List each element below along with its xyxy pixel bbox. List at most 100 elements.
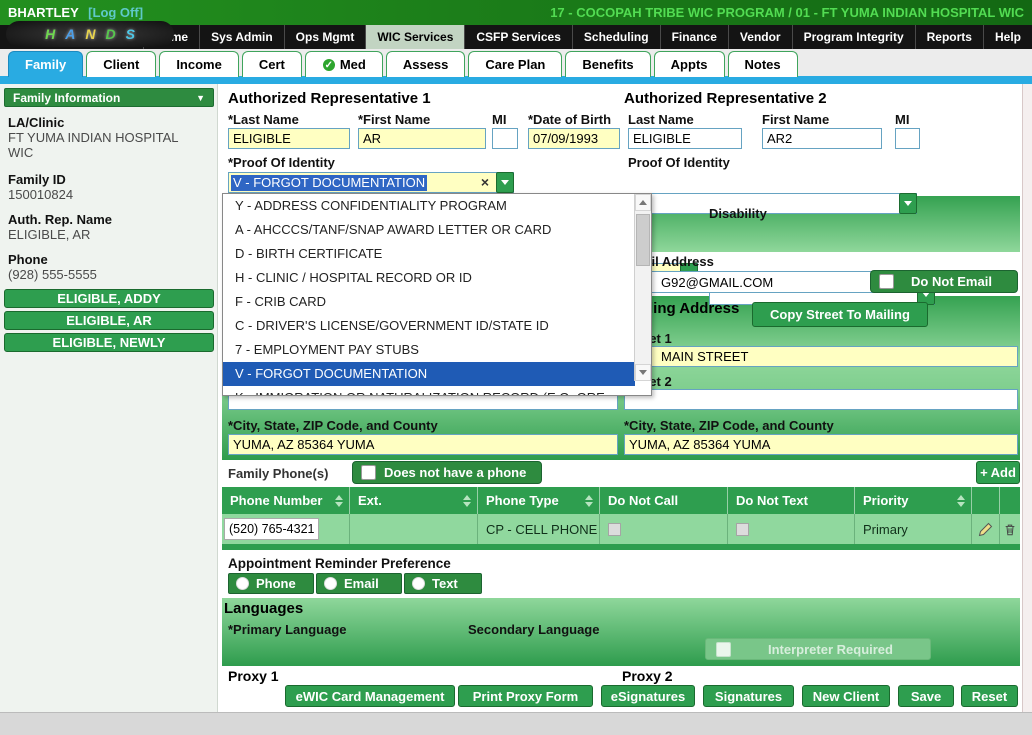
ar1-dob-field[interactable] <box>528 128 620 149</box>
esignatures-button[interactable]: eSignatures <box>601 685 695 707</box>
la-clinic-label: LA/Clinic <box>8 115 64 130</box>
poi-option[interactable]: Y - ADDRESS CONFIDENTIALITY PROGRAM <box>223 194 651 218</box>
col-ext[interactable]: Ext. <box>350 487 478 514</box>
chevron-down-icon[interactable] <box>496 172 514 193</box>
tab-notes[interactable]: Notes <box>728 51 798 77</box>
scrollbar-thumb[interactable] <box>636 214 650 266</box>
do-not-email-button[interactable]: Do Not Email <box>870 270 1018 293</box>
no-phone-button[interactable]: Does not have a phone <box>352 461 542 484</box>
menu-item-csfp-services[interactable]: CSFP Services <box>464 25 572 49</box>
do-not-email-checkbox[interactable] <box>879 274 894 289</box>
tab-income[interactable]: Income <box>159 51 239 77</box>
new-client-button[interactable]: New Client <box>802 685 890 707</box>
no-phone-label: Does not have a phone <box>384 465 526 480</box>
poi-option[interactable]: K - IMMIGRATION OR NATURALIZATION RECORD… <box>223 386 651 396</box>
phone-table-header: Phone Number Ext. Phone Type Do Not Call… <box>222 487 1020 514</box>
clear-icon[interactable]: × <box>481 174 489 190</box>
col-priority[interactable]: Priority <box>855 487 972 514</box>
phone-number-value[interactable]: (520) 765-4321 <box>224 518 319 540</box>
menu-item-vendor[interactable]: Vendor <box>728 25 792 49</box>
ar1-last-name-field[interactable] <box>228 128 350 149</box>
ar1-last-name-label: *Last Name <box>228 112 299 127</box>
poi-option[interactable]: A - AHCCCS/TANF/SNAP AWARD LETTER OR CAR… <box>223 218 651 242</box>
chevron-down-icon[interactable] <box>899 193 917 214</box>
ar1-poi-combobox[interactable]: V - FORGOT DOCUMENTATION × <box>228 172 514 193</box>
tab-med-label: Med <box>340 57 366 72</box>
tab-appts[interactable]: Appts <box>654 51 725 77</box>
ar1-mi-label: MI <box>492 112 506 127</box>
tab-client[interactable]: Client <box>86 51 156 77</box>
proxy2-header: Proxy 2 <box>622 668 673 684</box>
ar2-last-name-field[interactable] <box>628 128 742 149</box>
ar2-mi-field[interactable] <box>895 128 920 149</box>
do-not-text-checkbox[interactable] <box>736 523 749 536</box>
auth-rep-name-label: Auth. Rep. Name <box>8 212 112 227</box>
tab-cert[interactable]: Cert <box>242 51 302 77</box>
menu-item-wic-services[interactable]: WIC Services <box>365 25 464 49</box>
ewic-card-management-button[interactable]: eWIC Card Management <box>285 685 455 707</box>
no-phone-checkbox[interactable] <box>361 465 376 480</box>
reminder-phone-radio[interactable]: Phone <box>228 573 314 594</box>
page-scrollbar[interactable] <box>1022 84 1032 712</box>
col-phone-number[interactable]: Phone Number <box>222 487 350 514</box>
street1-right-field[interactable] <box>624 346 1018 367</box>
poi-option[interactable]: D - BIRTH CERTIFICATE <box>223 242 651 266</box>
city-left-field[interactable] <box>228 434 618 455</box>
menu-item-program-integrity[interactable]: Program Integrity <box>792 25 915 49</box>
dropdown-scrollbar[interactable] <box>634 194 651 381</box>
family-information-panel-header[interactable]: Family Information ▼ <box>4 88 214 107</box>
sort-icon[interactable] <box>463 495 471 507</box>
signatures-button[interactable]: Signatures <box>703 685 794 707</box>
email-field[interactable] <box>624 271 874 293</box>
menu-item-finance[interactable]: Finance <box>660 25 728 49</box>
ar2-first-name-field[interactable] <box>762 128 882 149</box>
member-button-eligible-ar[interactable]: ELIGIBLE, AR <box>4 311 214 330</box>
ar1-poi-label: *Proof Of Identity <box>228 155 335 170</box>
sort-icon[interactable] <box>335 495 343 507</box>
ar1-mi-field[interactable] <box>492 128 518 149</box>
member-button-eligible-newly[interactable]: ELIGIBLE, NEWLY <box>4 333 214 352</box>
poi-option[interactable]: F - CRIB CARD <box>223 290 651 314</box>
menu-item-scheduling[interactable]: Scheduling <box>572 25 660 49</box>
sort-icon[interactable] <box>957 495 965 507</box>
phone-number-cell: (520) 765-4321 <box>222 514 350 544</box>
tab-family[interactable]: Family <box>8 51 83 77</box>
trash-icon[interactable] <box>1000 522 1020 537</box>
tab-care-plan[interactable]: Care Plan <box>468 51 562 77</box>
menu-item-help[interactable]: Help <box>983 25 1032 49</box>
street2-right-field[interactable] <box>624 389 1018 410</box>
radio-icon[interactable] <box>324 577 337 590</box>
sort-icon[interactable] <box>585 495 593 507</box>
print-proxy-form-button[interactable]: Print Proxy Form <box>458 685 593 707</box>
menu-item-sys-admin[interactable]: Sys Admin <box>199 25 284 49</box>
tab-benefits[interactable]: Benefits <box>565 51 650 77</box>
poi-option[interactable]: H - CLINIC / HOSPITAL RECORD OR ID <box>223 266 651 290</box>
scroll-down-icon[interactable] <box>635 364 651 381</box>
save-button[interactable]: Save <box>898 685 954 707</box>
poi-option-selected[interactable]: V - FORGOT DOCUMENTATION <box>223 362 635 386</box>
do-not-call-checkbox[interactable] <box>608 523 621 536</box>
scroll-up-icon[interactable] <box>635 194 651 211</box>
col-phone-type[interactable]: Phone Type <box>478 487 600 514</box>
reminder-text-radio[interactable]: Text <box>404 573 482 594</box>
ar1-first-name-field[interactable] <box>358 128 486 149</box>
edit-pencil-icon[interactable] <box>972 521 999 537</box>
poi-option[interactable]: 7 - EMPLOYMENT PAY STUBS <box>223 338 651 362</box>
city-right-field[interactable] <box>624 434 1018 455</box>
log-off-link[interactable]: [Log Off] <box>88 5 143 20</box>
add-phone-label: Add <box>991 465 1016 480</box>
menu-item-ops-mgmt[interactable]: Ops Mgmt <box>284 25 366 49</box>
reminder-email-radio[interactable]: Email <box>316 573 402 594</box>
radio-icon[interactable] <box>236 577 249 590</box>
member-button-eligible-addy[interactable]: ELIGIBLE, ADDY <box>4 289 214 308</box>
radio-icon[interactable] <box>412 577 425 590</box>
add-phone-button[interactable]: + Add <box>976 461 1020 484</box>
ar2-poi-combobox[interactable] <box>628 193 917 214</box>
poi-dropdown-list: Y - ADDRESS CONFIDENTIALITY PROGRAM A - … <box>222 193 652 396</box>
tab-assess[interactable]: Assess <box>386 51 466 77</box>
menu-item-reports[interactable]: Reports <box>915 25 983 49</box>
tab-med[interactable]: ✓ Med <box>305 51 383 77</box>
copy-street-to-mailing-button[interactable]: Copy Street To Mailing <box>752 302 928 327</box>
poi-option[interactable]: C - DRIVER'S LICENSE/GOVERNMENT ID/STATE… <box>223 314 651 338</box>
reset-button[interactable]: Reset <box>961 685 1018 707</box>
